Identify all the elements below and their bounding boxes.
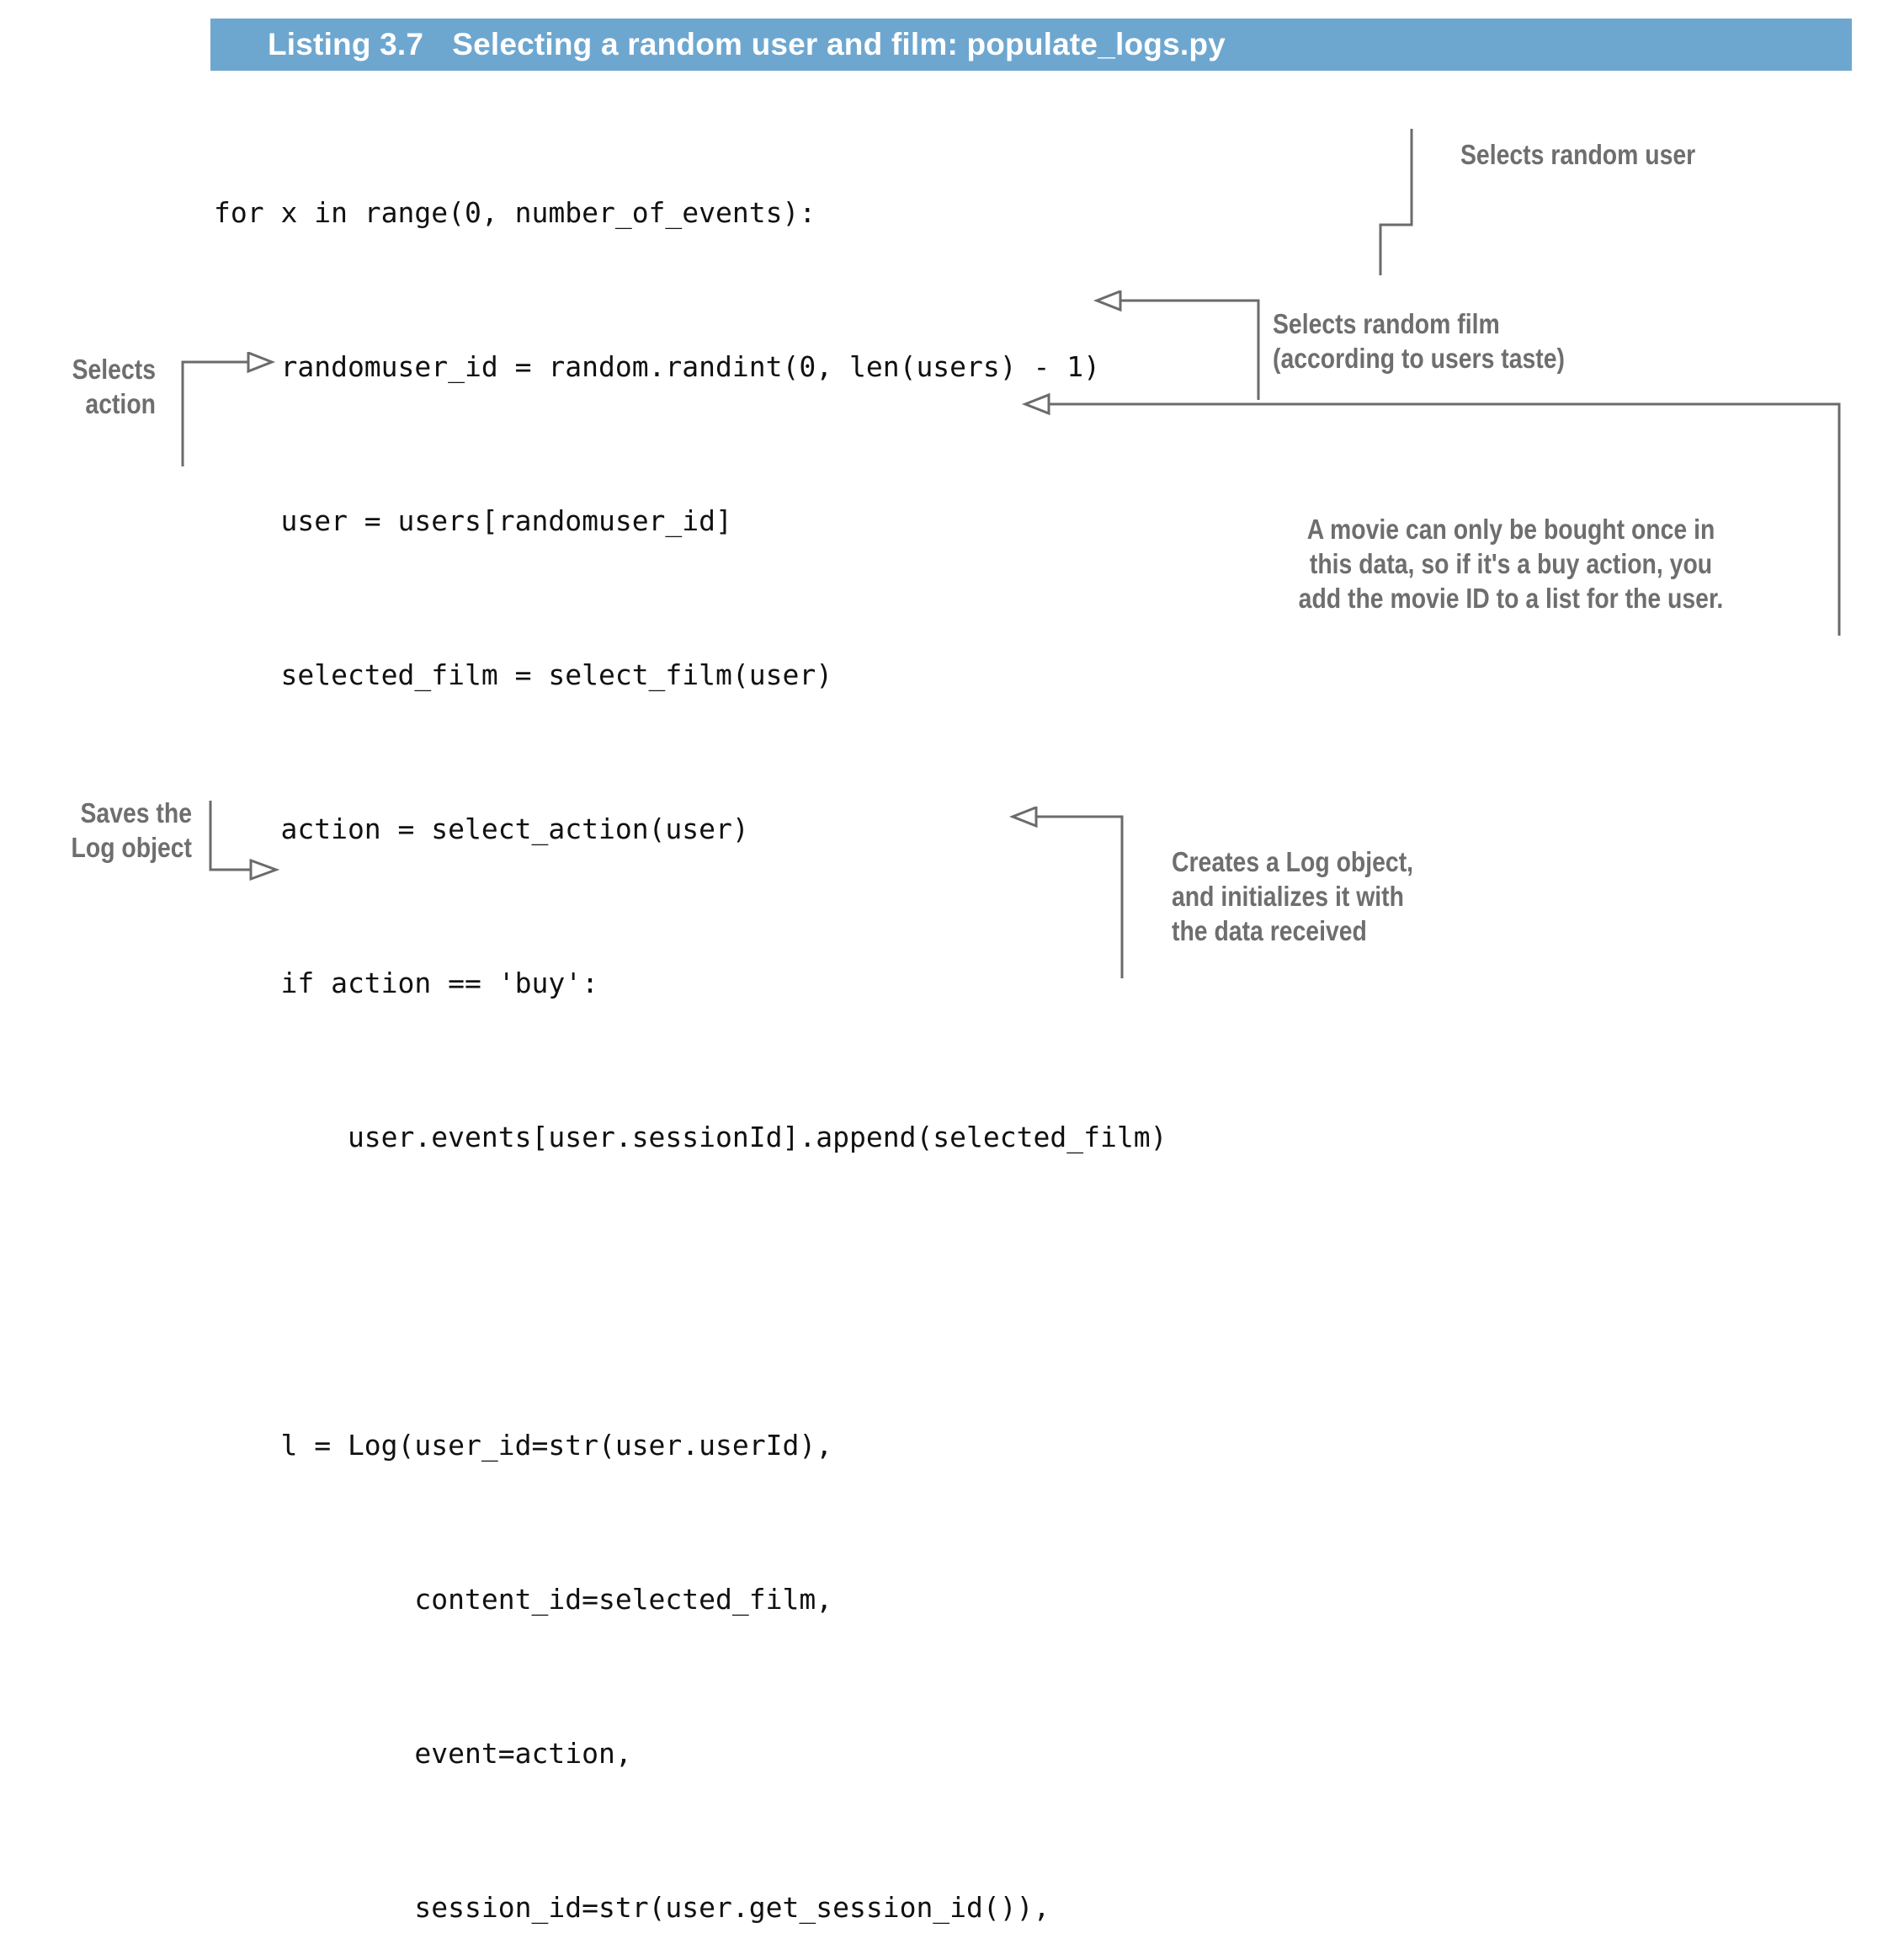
code-line: user.events[user.sessionId].append(selec… [214,1121,1167,1153]
code-line: for x in range(0, number_of_events): [214,196,816,229]
code-listing: for x in range(0, number_of_events): ran… [214,84,1451,1960]
listing-title-label: Selecting a random user and film: popula… [452,27,1226,61]
code-line: event=action, [214,1737,632,1770]
code-line: if action == 'buy': [214,967,598,999]
annotation-saves-log-object: Saves the Log object [71,797,192,863]
banner-inner: Listing 3.7 Selecting a random user and … [210,27,1226,62]
annotation-creates-log-object: Creates a Log object, and initializes it… [1172,846,1414,946]
annotation-movie-bought-once: A movie can only be bought once in this … [1298,514,1724,614]
annotation-selects-action: Selects action [72,354,156,419]
code-line: randomuser_id = random.randint(0, len(us… [214,350,1100,383]
code-line: content_id=selected_film, [214,1583,833,1616]
code-line: session_id=str(user.get_session_id()), [214,1891,1050,1924]
listing-number-label: Listing 3.7 [268,27,424,61]
annotation-selects-random-film: Selects random film (according to users … [1273,308,1565,374]
code-line: selected_film = select_film(user) [214,658,833,691]
code-line: l = Log(user_id=str(user.userId), [214,1429,833,1462]
listing-banner: Listing 3.7 Selecting a random user and … [210,19,1852,71]
annotation-selects-random-user: Selects random user [1460,139,1696,170]
